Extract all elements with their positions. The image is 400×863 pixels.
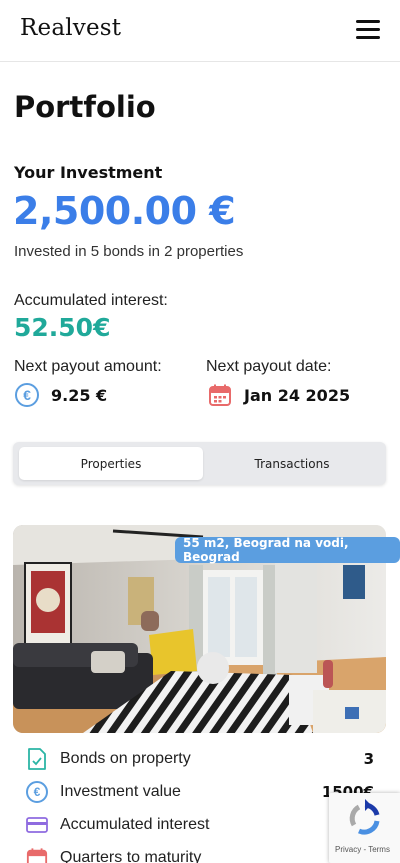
- brand-logo[interactable]: Realvest: [20, 15, 121, 41]
- stat-bonds-on-property: Bonds on property 3: [26, 746, 374, 772]
- stat-quarters-to-maturity: Quarters to maturity 20: [26, 845, 374, 863]
- investment-summary: Invested in 5 bonds in 2 properties: [14, 243, 244, 260]
- euro-circle-icon: €: [15, 383, 39, 407]
- top-bar: Realvest: [0, 0, 400, 62]
- accumulated-interest-value: 52.50€: [14, 313, 111, 342]
- calendar-icon: [26, 848, 48, 863]
- property-location-tag: 55 m2, Beograd na vodi, Beograd: [175, 536, 400, 564]
- investment-label: Your Investment: [14, 163, 163, 182]
- recaptcha-terms-link[interactable]: Privacy - Terms: [335, 845, 390, 854]
- next-payout-date-value: Jan 24 2025: [244, 385, 351, 405]
- stat-investment-value: € Investment value 1500€: [26, 779, 374, 805]
- calendar-icon: [209, 384, 231, 406]
- stat-label: Bonds on property: [60, 750, 191, 767]
- next-payout-amount-label: Next payout amount:: [14, 358, 162, 375]
- stat-label: Accumulated interest: [60, 816, 210, 833]
- page-title: Portfolio: [14, 90, 156, 124]
- credit-card-icon: [26, 817, 48, 833]
- next-payout-date: Jan 24 2025: [208, 382, 350, 408]
- tab-transactions[interactable]: Transactions: [203, 447, 381, 480]
- accumulated-interest-label: Accumulated interest:: [14, 292, 168, 309]
- euro-circle-icon: €: [26, 781, 48, 803]
- document-check-icon: [28, 748, 46, 770]
- next-payout-amount-value: 9.25 €: [51, 385, 108, 405]
- recaptcha-badge[interactable]: Privacy - Terms: [329, 793, 400, 863]
- stat-accumulated-interest: Accumulated interest: [26, 812, 374, 838]
- portfolio-tabs: Properties Transactions: [13, 442, 386, 485]
- next-payout-amount: € 9.25 €: [15, 382, 107, 408]
- investment-amount: 2,500.00 €: [13, 189, 236, 233]
- stat-label: Investment value: [60, 783, 181, 800]
- stat-label: Quarters to maturity: [60, 849, 202, 863]
- next-payout-date-label: Next payout date:: [206, 358, 332, 375]
- tab-properties[interactable]: Properties: [19, 447, 203, 480]
- recaptcha-icon: [349, 799, 380, 835]
- stat-value: 3: [363, 750, 374, 768]
- hamburger-menu-icon[interactable]: [356, 18, 382, 40]
